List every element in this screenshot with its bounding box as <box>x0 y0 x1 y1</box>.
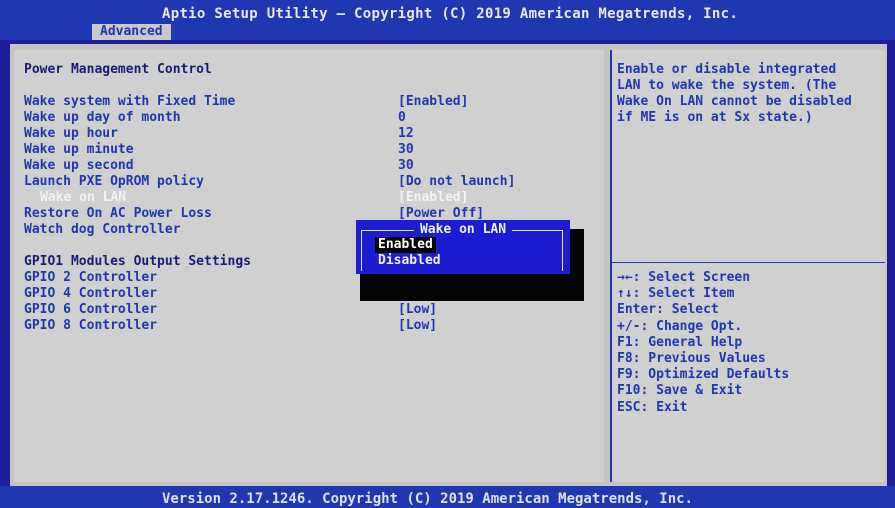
setting-label: Wake up day of month <box>24 110 181 125</box>
footer-version: Version 2.17.1246. Copyright (C) 2019 Am… <box>162 491 694 507</box>
setting-value[interactable]: [Do not launch] <box>398 174 515 190</box>
popup-title-text: Wake on LAN <box>413 222 513 237</box>
setting-value[interactable]: [Enabled] <box>398 94 468 110</box>
setting-value[interactable]: 0 <box>398 110 406 126</box>
tab-advanced[interactable]: Advanced <box>92 24 171 40</box>
key-hint: +/-: Change Opt. <box>617 318 743 334</box>
key-hint: Enter: Select <box>617 302 719 318</box>
setting-label: GPIO 2 Controller <box>24 270 158 285</box>
wake-on-lan-popup: Wake on LAN Enabled Disabled <box>356 220 570 274</box>
key-hint: ESC: Exit <box>617 399 688 415</box>
gpio-6-controller[interactable]: GPIO 6 Controller [Low] <box>24 302 437 318</box>
setting-restore-ac[interactable]: Restore On AC Power Loss [Power Off] <box>24 206 484 222</box>
setting-pxe-oprom[interactable]: Launch PXE OpROM policy [Do not launch] <box>24 174 515 190</box>
setting-watchdog[interactable]: Watch dog Controller <box>24 222 181 238</box>
title-bar: Aptio Setup Utility – Copyright (C) 2019… <box>0 0 895 40</box>
popup-option-disabled[interactable]: Disabled <box>375 253 444 269</box>
help-line: if ME is on at Sx state.) <box>617 110 813 125</box>
setting-wake-fixed-time[interactable]: Wake system with Fixed Time [Enabled] <box>24 94 468 110</box>
key-hint: →←: Select Screen <box>617 270 751 285</box>
setting-wake-day[interactable]: Wake up day of month 0 <box>24 110 406 126</box>
popup-option-enabled[interactable]: Enabled <box>375 237 436 253</box>
key-hint: F10: Save & Exit <box>617 383 743 399</box>
help-line: Wake On LAN cannot be disabled <box>617 94 852 109</box>
gpio-section-title: GPIO1 Modules Output Settings <box>24 254 251 270</box>
key-legend: →←: Select Screen ↑↓: Select Item Enter:… <box>617 270 789 416</box>
setting-label: Wake up minute <box>24 142 134 157</box>
setting-value[interactable]: [Low] <box>398 302 437 318</box>
setting-label: Wake system with Fixed Time <box>24 94 236 109</box>
gpio-2-controller[interactable]: GPIO 2 Controller <box>24 270 157 286</box>
setting-value[interactable]: 12 <box>398 126 414 142</box>
setting-label: Restore On AC Power Loss <box>24 206 212 221</box>
setting-value[interactable]: 30 <box>398 158 414 174</box>
setting-value[interactable]: [Enabled] <box>398 190 468 206</box>
key-hint: F9: Optimized Defaults <box>617 367 790 383</box>
setting-wake-second[interactable]: Wake up second 30 <box>24 158 414 174</box>
help-divider <box>610 262 885 263</box>
setting-wake-on-lan[interactable]: Wake on LAN [Enabled] <box>40 190 468 206</box>
setting-label: Launch PXE OpROM policy <box>24 174 205 189</box>
setting-label: GPIO 4 Controller <box>24 286 158 301</box>
key-hint: F1: General Help <box>617 334 743 350</box>
setting-value[interactable]: 30 <box>398 142 414 158</box>
gpio-4-controller[interactable]: GPIO 4 Controller <box>24 286 157 302</box>
popup-title: Wake on LAN <box>357 221 569 237</box>
setting-wake-hour[interactable]: Wake up hour 12 <box>24 126 414 142</box>
key-hint: F8: Previous Values <box>617 351 766 367</box>
help-line: LAN to wake the system. (The <box>617 78 837 93</box>
setting-label: Wake up second <box>24 158 134 173</box>
setting-label: Wake up hour <box>24 126 118 141</box>
setting-label: Wake on LAN <box>40 190 127 205</box>
app-title: Aptio Setup Utility – Copyright (C) 2019… <box>162 6 739 22</box>
gpio-8-controller[interactable]: GPIO 8 Controller [Low] <box>24 318 437 334</box>
setting-label: GPIO 6 Controller <box>24 302 158 317</box>
footer-bar: Version 2.17.1246. Copyright (C) 2019 Am… <box>0 486 895 508</box>
key-hint: ↑↓: Select Item <box>617 286 735 302</box>
setting-wake-minute[interactable]: Wake up minute 30 <box>24 142 414 158</box>
setting-label: GPIO 8 Controller <box>24 318 158 333</box>
setting-value[interactable]: [Low] <box>398 318 437 334</box>
gpio-title-label: GPIO1 Modules Output Settings <box>24 254 251 269</box>
setting-label: Watch dog Controller <box>24 222 181 237</box>
section-title-label: Power Management Control <box>24 62 212 77</box>
help-line: Enable or disable integrated <box>617 62 837 77</box>
section-title: Power Management Control <box>24 62 212 78</box>
help-text: Enable or disable integrated LAN to wake… <box>617 62 882 126</box>
